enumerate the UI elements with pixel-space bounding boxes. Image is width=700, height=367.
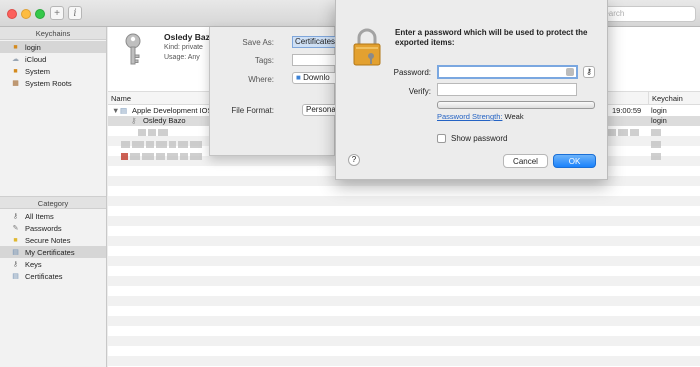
dialog-message: Enter a password which will be used to p…	[395, 28, 588, 47]
cloud-icon: ☁	[12, 56, 19, 63]
sidebar-item-system-roots[interactable]: ▦ System Roots	[0, 77, 106, 89]
show-password-checkbox[interactable]	[437, 134, 446, 143]
ok-button[interactable]: OK	[553, 154, 596, 168]
where-value: Downlo	[303, 73, 330, 82]
keychains-header: Keychains	[0, 27, 106, 40]
cabinet-icon: ▦	[12, 80, 19, 87]
sidebar-item-label: login	[25, 42, 41, 52]
save-as-label: Save As:	[242, 38, 274, 47]
sidebar-item-label: System Roots	[25, 78, 72, 88]
verify-label: Verify:	[408, 87, 431, 96]
note-icon: ■	[13, 236, 18, 244]
verify-field[interactable]	[437, 83, 577, 96]
search-input[interactable]: Search	[594, 6, 696, 22]
row-name: Osledy Bazo	[143, 116, 186, 125]
column-header-name[interactable]: Name	[111, 92, 131, 105]
disclosure-triangle-icon[interactable]: ▼	[112, 106, 119, 116]
row-date: 19:00:59	[612, 106, 642, 115]
sidebar-item-label: My Certificates	[25, 247, 75, 257]
password-dialog: Enter a password which will be used to p…	[335, 0, 608, 180]
where-popup[interactable]: ■ Downlo	[292, 72, 340, 84]
minimize-window-button[interactable]	[21, 9, 31, 19]
usage-label: Usage:	[164, 54, 187, 61]
redacted-row	[651, 140, 663, 149]
key-icon	[125, 33, 141, 65]
save-as-field[interactable]: Certificates	[292, 36, 340, 48]
password-menu-icon[interactable]	[566, 68, 574, 76]
key-icon[interactable]: ⚷	[583, 66, 595, 78]
tags-label: Tags:	[254, 56, 274, 65]
cancel-button[interactable]: Cancel	[503, 154, 548, 168]
password-strength-link[interactable]: Password Strength:	[437, 112, 502, 121]
certificate-icon: ▤	[12, 249, 19, 256]
keys-icon: ⚷	[12, 213, 19, 220]
sidebar-item-keys[interactable]: ⚷ Keys	[0, 258, 106, 270]
password-strength-value: Weak	[504, 112, 524, 121]
sidebar-item-login[interactable]: ■ login	[0, 41, 106, 53]
redacted-row	[651, 152, 663, 161]
key-icon: ⚷	[131, 116, 137, 125]
sidebar-item-icloud[interactable]: ☁ iCloud	[0, 53, 106, 65]
sidebar-item-label: iCloud	[25, 54, 47, 64]
sidebar-item-label: Secure Notes	[25, 235, 71, 245]
sidebar-item-label: Keys	[25, 259, 42, 269]
redacted-row	[651, 128, 663, 137]
redacted-row	[121, 152, 204, 161]
redacted-row	[121, 140, 204, 149]
sidebar-item-certificates[interactable]: ▤ Certificates	[0, 270, 106, 282]
file-format-label: File Format:	[231, 106, 274, 115]
password-label: Password:	[393, 68, 431, 77]
certificate-icon: ▤	[120, 106, 128, 115]
lock-icon: ■	[13, 67, 18, 75]
sidebar-item-system[interactable]: ■ System	[0, 65, 106, 77]
help-button[interactable]: ?	[348, 154, 360, 166]
lock-icon: ■	[13, 43, 18, 51]
export-sheet: Save As: Certificates Tags: Where: ■ Dow…	[209, 27, 340, 156]
sidebar-item-passwords[interactable]: ✎ Passwords	[0, 222, 106, 234]
row-name: Apple Development IOS	[132, 106, 213, 115]
sidebar-item-my-certificates[interactable]: ▤ My Certificates	[0, 246, 106, 258]
add-icon[interactable]: +	[50, 6, 64, 20]
row-keychain: login	[651, 106, 667, 115]
sidebar-item-secure-notes[interactable]: ■ Secure Notes	[0, 234, 106, 246]
column-header-keychain[interactable]: Keychain	[648, 92, 683, 105]
password-field[interactable]	[437, 65, 578, 79]
category-header: Category	[0, 196, 106, 209]
certificate-icon: ▤	[12, 273, 19, 280]
sidebar-item-all-items[interactable]: ⚷ All Items	[0, 210, 106, 222]
pen-icon: ✎	[12, 225, 19, 232]
redacted-row	[608, 128, 641, 137]
sidebar-item-label: System	[25, 66, 51, 76]
kind-label: Kind:	[164, 44, 180, 51]
row-keychain: login	[651, 116, 667, 125]
kind-value: private	[181, 44, 203, 51]
detail-name: Osledy Bazo	[164, 32, 216, 42]
where-label: Where:	[248, 75, 274, 84]
zoom-window-button[interactable]	[35, 9, 45, 19]
password-strength-meter	[437, 101, 595, 109]
sidebar-item-label: Passwords	[25, 223, 62, 233]
sidebar: Keychains ■ login ☁ iCloud ■ System ▦ Sy…	[0, 27, 107, 367]
folder-icon: ■	[296, 73, 301, 82]
tags-field[interactable]	[292, 54, 340, 66]
lock-icon	[353, 28, 381, 66]
sidebar-item-label: Certificates	[25, 271, 63, 281]
redacted-row	[138, 128, 170, 137]
info-icon[interactable]: i	[68, 6, 82, 20]
show-password-label: Show password	[451, 134, 508, 143]
close-window-button[interactable]	[7, 9, 17, 19]
key-icon: ⚷	[12, 261, 19, 268]
sidebar-item-label: All Items	[25, 211, 54, 221]
usage-value: Any	[187, 54, 200, 61]
